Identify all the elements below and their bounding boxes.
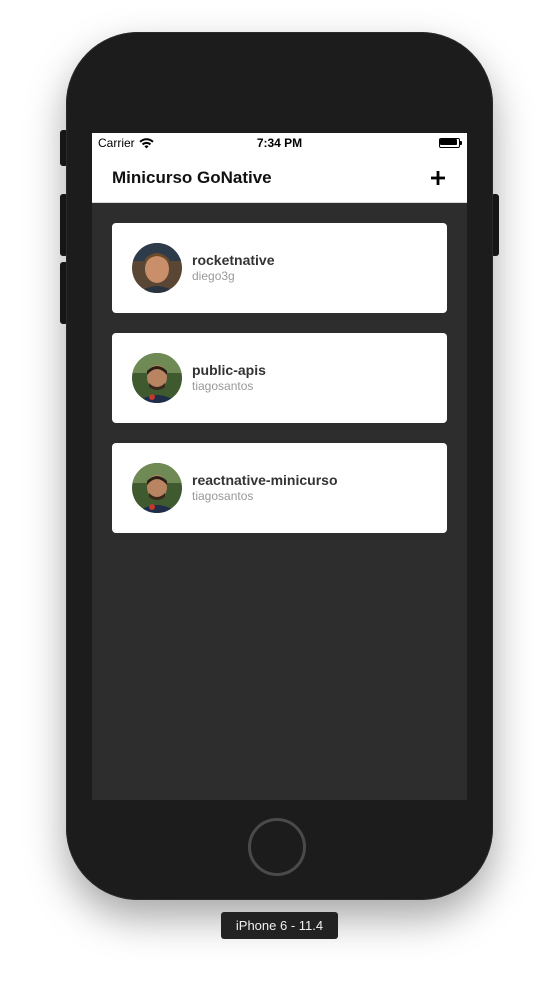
clock: 7:34 PM — [256, 136, 303, 150]
simulator-device-label: iPhone 6 - 11.4 — [221, 912, 338, 939]
app-screen: Carrier 7:34 PM Minicurso GoNative rocke… — [92, 133, 467, 800]
battery-icon — [439, 138, 462, 148]
repository-card[interactable]: reactnative-minicurso tiagosantos — [112, 443, 447, 533]
repository-owner: diego3g — [192, 269, 235, 283]
repository-list: rocketnative diego3g public-apis tiagosa… — [112, 223, 447, 553]
repository-card[interactable]: public-apis tiagosantos — [112, 333, 447, 423]
repository-name: public-apis — [192, 362, 266, 378]
status-bar: Carrier 7:34 PM — [92, 133, 467, 153]
add-repository-button[interactable] — [425, 165, 451, 191]
plus-icon — [431, 171, 445, 185]
owner-avatar — [132, 243, 182, 293]
repository-info: public-apis tiagosantos — [192, 362, 266, 393]
repository-name: reactnative-minicurso — [192, 472, 338, 488]
repository-card[interactable]: rocketnative diego3g — [112, 223, 447, 313]
repository-info: reactnative-minicurso tiagosantos — [192, 472, 338, 503]
home-button[interactable] — [248, 818, 306, 876]
page-title: Minicurso GoNative — [112, 168, 272, 187]
repository-owner: tiagosantos — [192, 489, 254, 503]
repository-info: rocketnative diego3g — [192, 252, 274, 283]
owner-avatar — [132, 353, 182, 403]
simulator-stage: Carrier 7:34 PM Minicurso GoNative rocke… — [0, 0, 559, 981]
owner-avatar — [132, 463, 182, 513]
navigation-bar: Minicurso GoNative — [92, 153, 467, 203]
repository-owner: tiagosantos — [192, 379, 254, 393]
repository-name: rocketnative — [192, 252, 275, 268]
